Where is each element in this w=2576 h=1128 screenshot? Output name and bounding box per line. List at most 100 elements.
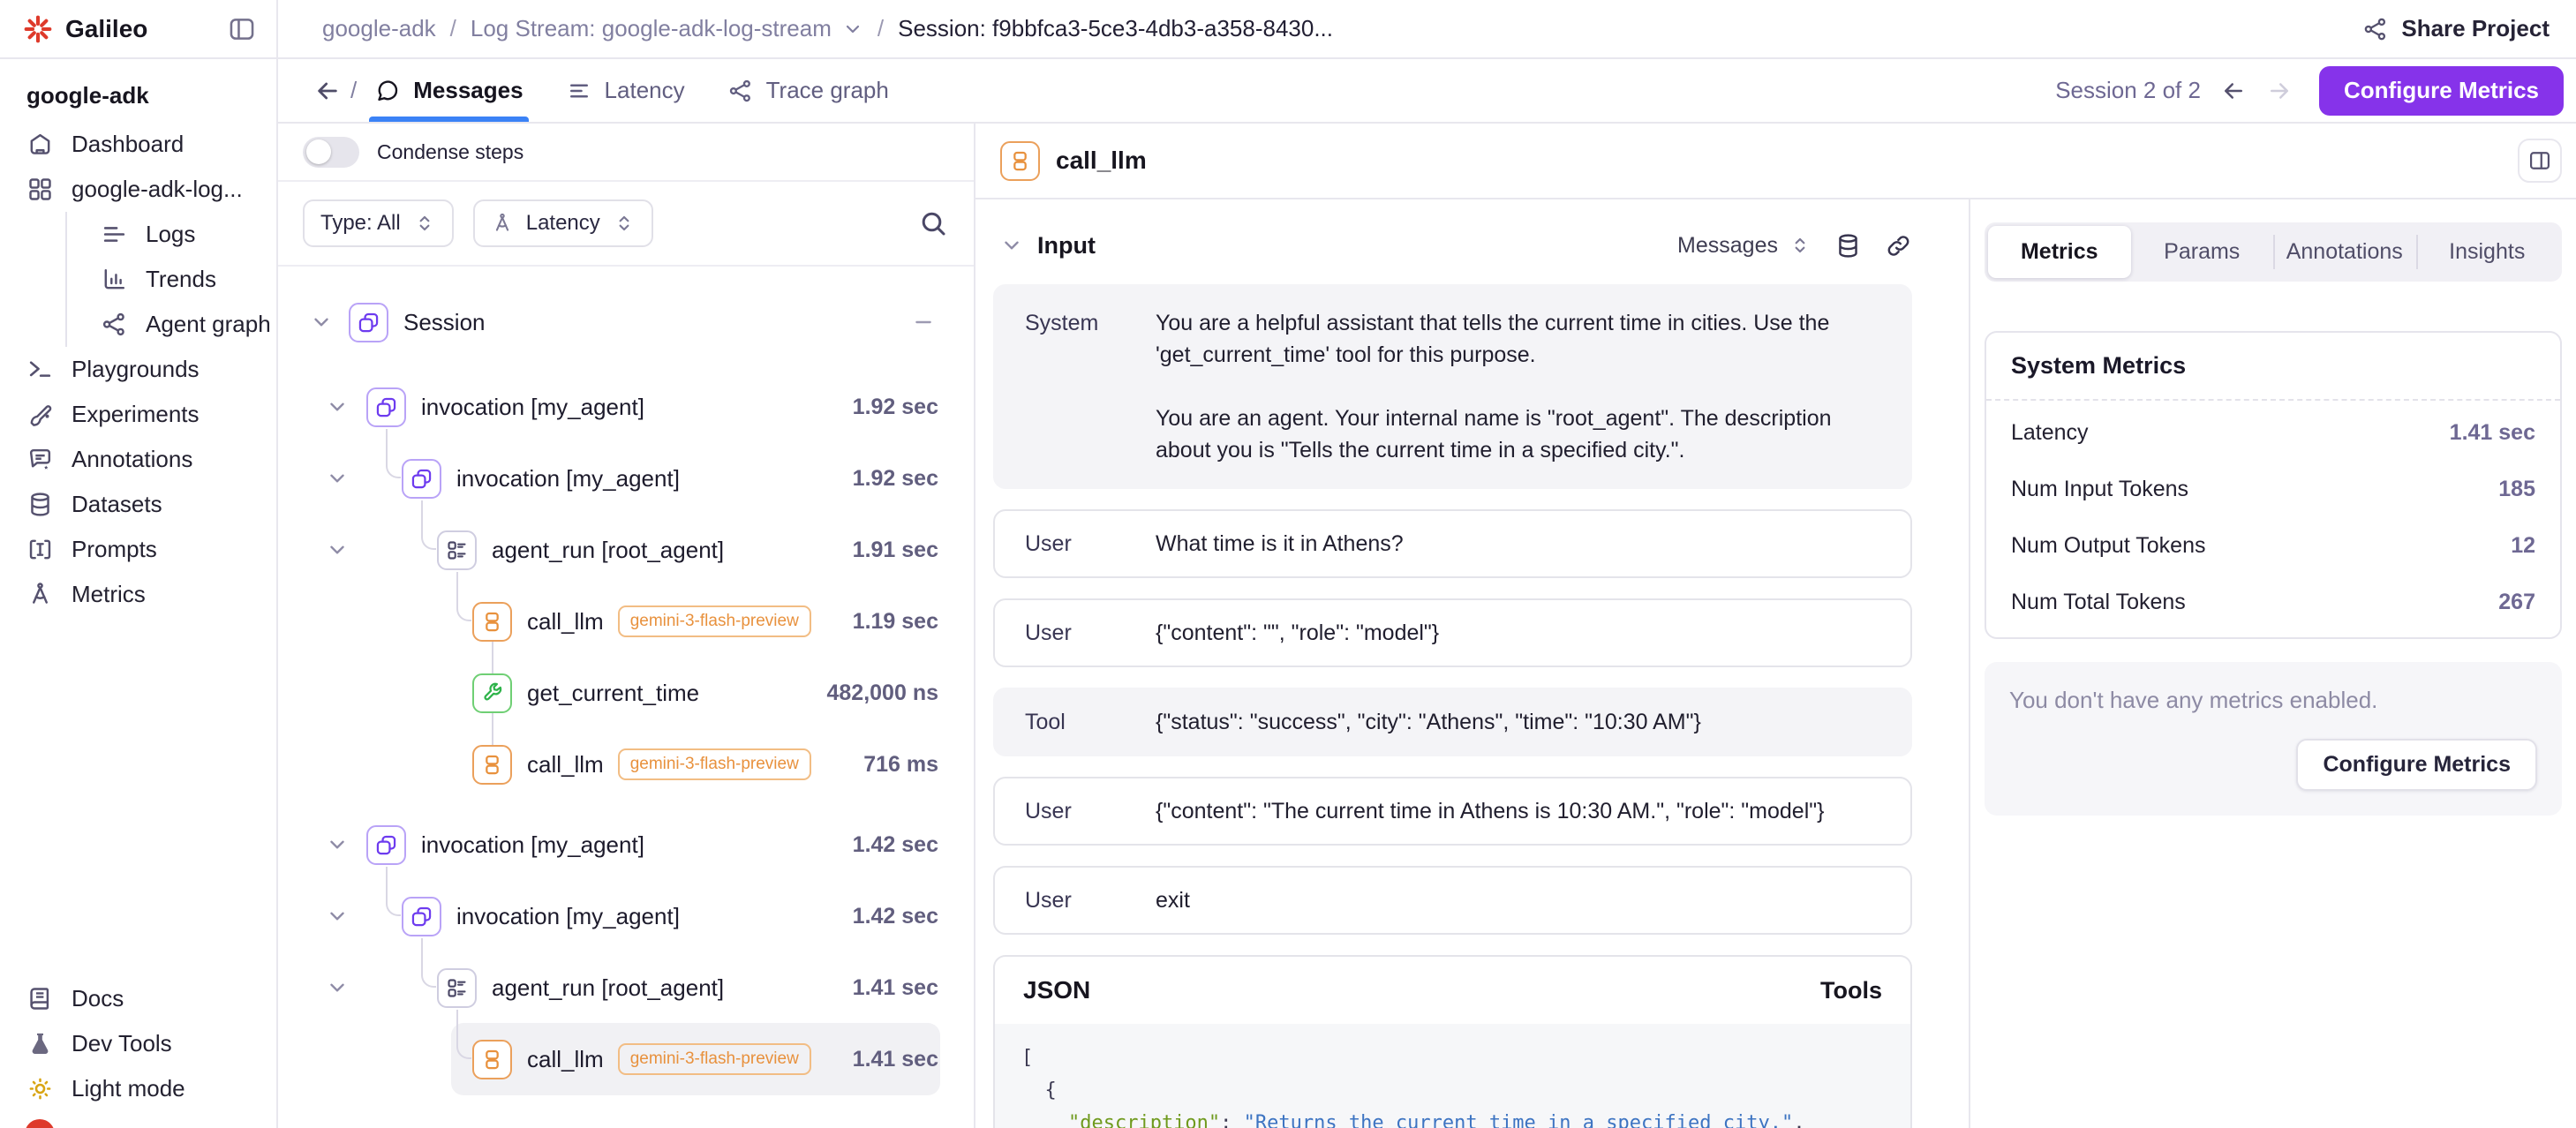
duration-label: 1.41 sec	[853, 1047, 938, 1072]
tab-messages[interactable]: Messages	[373, 59, 524, 122]
agent-run-icon	[437, 530, 477, 570]
condense-steps-toggle[interactable]	[303, 137, 359, 168]
tree-connector	[492, 642, 493, 673]
metric-label: Latency	[2011, 420, 2089, 446]
sidebar-item-datasets[interactable]: Datasets	[0, 482, 276, 527]
panel-tab-annotations[interactable]: Annotations	[2273, 226, 2416, 278]
chevron-down-icon[interactable]	[326, 395, 349, 418]
tree-row-invocation-my-agent[interactable]: invocation [my_agent]1.42 sec	[278, 891, 974, 941]
metrics-empty-text: You don't have any metrics enabled.	[2009, 687, 2537, 714]
panel-tab-metrics[interactable]: Metrics	[1988, 226, 2131, 278]
tools-json-card: JSON Tools [ { "description": "Returns t…	[993, 955, 1912, 1128]
tree-row-call-llm[interactable]: call_llmgemini-3-flash-preview716 ms	[278, 740, 974, 789]
sidebar-item-logs[interactable]: Logs	[67, 212, 276, 257]
trace-tree: Session invocation [my_agent]1.92 sec invo…	[278, 267, 974, 1128]
session-icon	[402, 459, 441, 499]
sidebar-item-metrics[interactable]: Metrics	[0, 572, 276, 617]
metric-label: Num Total Tokens	[2011, 590, 2186, 615]
breadcrumb-project[interactable]: google-adk	[322, 15, 436, 42]
sidebar-item-agent-graph[interactable]: Agent graph	[67, 302, 276, 347]
system-metrics-card: System Metrics Latency1.41 secNum Input …	[1985, 331, 2562, 639]
sidebar-item-label: Dev Tools	[72, 1030, 172, 1057]
view-format-select[interactable]: Messages	[1677, 233, 1811, 259]
next-session-icon[interactable]	[2266, 78, 2293, 104]
model-badge: gemini-3-flash-preview	[618, 1043, 811, 1075]
tree-row-agent-run-root-agent[interactable]: agent_run [root_agent]1.41 sec	[278, 963, 974, 1012]
configure-metrics-secondary-button[interactable]: Configure Metrics	[2296, 739, 2537, 791]
tab-trace-graph[interactable]: Trace graph	[726, 59, 891, 122]
collapse-sidebar-icon[interactable]	[227, 14, 257, 44]
chevron-down-icon[interactable]	[1000, 234, 1023, 257]
panel-tab-params[interactable]: Params	[2131, 226, 2274, 278]
sidebar: Galileo google-adk Dashboardgoogle-adk-l…	[0, 0, 278, 1128]
sidebar-footer: Docs Dev Tools Light mode	[0, 976, 276, 1128]
app-title: Galileo	[65, 15, 147, 43]
sidebar-item-experiments[interactable]: Experiments	[0, 392, 276, 437]
metric-label: Num Input Tokens	[2011, 477, 2188, 502]
sort-metric-select[interactable]: Latency	[473, 199, 653, 247]
sidebar-item-docs[interactable]: Docs	[0, 976, 276, 1021]
trace-tree-panel: Condense steps Type: All Latency	[278, 124, 975, 1128]
json-code-block: [ { "description": "Returns the current …	[995, 1024, 1910, 1128]
tree-row-call-llm[interactable]: call_llmgemini-3-flash-preview1.19 sec	[278, 597, 974, 646]
tree-connector	[421, 500, 436, 550]
sidebar-item-label: Datasets	[72, 491, 162, 518]
tree-row-invocation-my-agent[interactable]: invocation [my_agent]1.92 sec	[278, 454, 974, 503]
chevron-down-icon[interactable]	[326, 905, 349, 928]
sidebar-item-annotations[interactable]: Annotations	[0, 437, 276, 482]
tree-row-label: Session	[403, 309, 486, 336]
sidebar-item-light-mode[interactable]: Light mode	[0, 1066, 276, 1111]
sidebar-item-playgrounds[interactable]: Playgrounds	[0, 347, 276, 392]
sidebar-item-label: Dashboard	[72, 131, 184, 158]
tab-latency[interactable]: Latency	[564, 59, 687, 122]
condense-steps-label: Condense steps	[377, 140, 523, 164]
tree-row-agent-run-root-agent[interactable]: agent_run [root_agent]1.91 sec	[278, 525, 974, 575]
tab-label: Trace graph	[766, 77, 889, 104]
breadcrumb-log-stream[interactable]: Log Stream: google-adk-log-stream	[471, 15, 832, 42]
sidebar-item-dev-tools[interactable]: Dev Tools	[0, 1021, 276, 1066]
toggle-panel-icon[interactable]	[2518, 139, 2562, 183]
breadcrumb-separator: /	[450, 15, 456, 42]
previous-session-icon[interactable]	[2220, 78, 2247, 104]
configure-metrics-button[interactable]: Configure Metrics	[2319, 66, 2564, 116]
duration-label: 1.42 sec	[853, 904, 938, 929]
message-text: {"status": "success", "city": "Athens", …	[1156, 706, 1880, 738]
search-icon[interactable]	[917, 207, 949, 239]
message-text: exit	[1156, 884, 1880, 916]
chevron-down-icon[interactable]	[326, 538, 349, 561]
sidebar-item-prompts[interactable]: Prompts	[0, 527, 276, 572]
tree-row-invocation-my-agent[interactable]: invocation [my_agent]1.42 sec	[278, 820, 974, 869]
metric-value: 12	[2511, 533, 2535, 559]
chevron-down-icon[interactable]	[326, 833, 349, 856]
link-icon[interactable]	[1885, 232, 1912, 259]
sidebar-item-label: Annotations	[72, 446, 192, 473]
chevron-down-icon[interactable]	[326, 976, 349, 999]
session-icon	[366, 387, 406, 427]
sidebar-item-label: Light mode	[72, 1075, 185, 1102]
tree-row-invocation-my-agent[interactable]: invocation [my_agent]1.92 sec	[278, 382, 974, 432]
chevron-down-icon[interactable]	[326, 467, 349, 490]
chevron-down-icon[interactable]	[842, 19, 863, 40]
tree-row-call-llm[interactable]: call_llmgemini-3-flash-preview1.41 sec	[278, 1034, 974, 1084]
back-arrow-icon[interactable]	[313, 77, 342, 105]
panel-tab-insights[interactable]: Insights	[2416, 226, 2559, 278]
logs-icon	[101, 221, 128, 248]
duration-label: 716 ms	[863, 752, 938, 778]
model-badge: gemini-3-flash-preview	[618, 748, 811, 780]
database-icon[interactable]	[1834, 232, 1862, 259]
share-project-button[interactable]: Share Project	[2350, 6, 2562, 51]
sidebar-item-google-adk-log[interactable]: google-adk-log...	[0, 167, 276, 212]
tree-row-get-current-time[interactable]: get_current_time482,000 ns	[278, 668, 974, 718]
type-filter-select[interactable]: Type: All	[303, 199, 454, 247]
tree-row-session[interactable]: Session	[278, 297, 974, 347]
docs-icon	[26, 985, 54, 1012]
user-profile-row[interactable]	[0, 1111, 276, 1128]
sidebar-item-trends[interactable]: Trends	[67, 257, 276, 302]
sidebar-item-dashboard[interactable]: Dashboard	[0, 122, 276, 167]
collapse-minus-icon[interactable]	[912, 311, 935, 334]
wrench-icon	[472, 673, 512, 713]
chevron-down-icon[interactable]	[310, 311, 333, 334]
span-detail: call_llm Input	[975, 124, 2576, 1128]
tree-row-label: agent_run [root_agent]	[492, 537, 724, 564]
span-detail-body: Input Messages	[975, 199, 2576, 1128]
